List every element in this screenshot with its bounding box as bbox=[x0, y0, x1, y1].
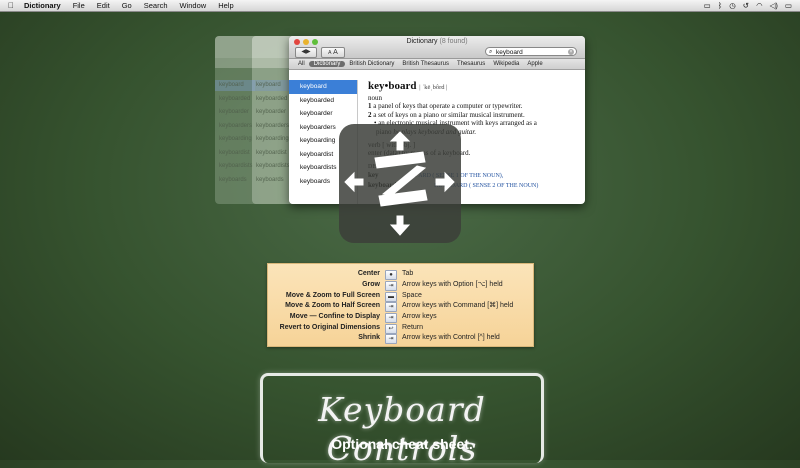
volume-icon[interactable]: ◁) bbox=[770, 1, 778, 10]
key-icon: ▬ bbox=[385, 291, 397, 302]
shortcut-keys: Arrow keys with Option [⌥] held bbox=[402, 281, 503, 288]
key-icon: ⇥ bbox=[385, 281, 397, 291]
menu-bar:  Dictionary File Edit Go Search Window … bbox=[0, 0, 800, 12]
pronunciation: | ˈkēˌbôrd | bbox=[419, 84, 448, 91]
cheat-sheet-row: Center ● Tab bbox=[268, 269, 533, 280]
key-icon: ⇥ bbox=[385, 302, 397, 312]
promo-frame: Keyboard Controls Optional cheat sheet. bbox=[260, 373, 544, 468]
menu-search[interactable]: Search bbox=[144, 1, 168, 10]
key-icon: ↩ bbox=[385, 323, 397, 334]
shortcut-keys: Tab bbox=[402, 270, 414, 277]
list-item[interactable]: keyboard bbox=[289, 80, 357, 94]
keyboard-shrink-overlay bbox=[339, 124, 461, 243]
tab-all[interactable]: All bbox=[294, 61, 309, 67]
shortcut-keys: Arrow keys bbox=[402, 313, 437, 320]
key-icon: ● bbox=[385, 270, 397, 280]
battery-icon[interactable]: ▭ bbox=[785, 1, 792, 10]
search-icon: ⌕ bbox=[489, 49, 493, 55]
tab-wikipedia[interactable]: Wikipedia bbox=[489, 61, 523, 67]
tab-british-thesaurus[interactable]: British Thesaurus bbox=[398, 61, 453, 67]
list-item[interactable]: keyboarder bbox=[289, 107, 357, 121]
shortcut-label: Move — Confine to Display bbox=[289, 313, 380, 320]
headword-text: key•board bbox=[368, 80, 417, 92]
shortcut-label: Revert to Original Dimensions bbox=[279, 323, 380, 331]
shortcut-label: Grow bbox=[362, 281, 380, 288]
menu-help[interactable]: Help bbox=[218, 1, 233, 10]
search-input[interactable]: keyboard bbox=[496, 49, 523, 56]
font-size-buttons[interactable]: A A bbox=[321, 47, 345, 58]
list-item[interactable]: keyboarded bbox=[289, 94, 357, 108]
shortcut-label: Shrink bbox=[358, 334, 380, 341]
tab-british-dictionary[interactable]: British Dictionary bbox=[345, 61, 398, 67]
sense-text: a set of keys on a piano or similar musi… bbox=[373, 110, 525, 119]
clock-icon[interactable]: ◷ bbox=[729, 1, 736, 10]
wifi-icon[interactable]: ◠ bbox=[756, 1, 763, 10]
shortcut-label: Move & Zoom to Half Screen bbox=[285, 302, 380, 309]
headword: key•board | ˈkēˌbôrd | bbox=[368, 80, 579, 94]
apple-icon[interactable]:  bbox=[8, 1, 14, 10]
search-field[interactable]: ⌕ keyboard × bbox=[485, 47, 577, 56]
shortcut-label: Center bbox=[357, 270, 380, 277]
shortcut-keys: Arrow keys with Control [^] held bbox=[402, 334, 500, 341]
sense-2: 2 a set of keys on a piano or similar mu… bbox=[368, 111, 579, 119]
sense-number: 2 bbox=[368, 110, 372, 119]
font-smaller-button[interactable]: A bbox=[328, 50, 331, 56]
cheat-sheet-row: Shrink ⇥ Arrow keys with Control [^] held bbox=[268, 333, 533, 344]
shortcut-keys: Space bbox=[402, 291, 422, 299]
tab-apple[interactable]: Apple bbox=[523, 61, 546, 67]
cheat-sheet-row: Revert to Original Dimensions ↩ Return bbox=[268, 323, 533, 334]
menu-go[interactable]: Go bbox=[122, 1, 132, 10]
key-icon: ⇥ bbox=[385, 334, 397, 344]
shortcut-keys: Return bbox=[402, 323, 424, 331]
cheat-sheet-row: Grow ⇥ Arrow keys with Option [⌥] held bbox=[268, 280, 533, 291]
promo-subtitle: Optional cheat sheet. bbox=[331, 436, 473, 452]
sense-text: a panel of keys that operate a computer … bbox=[373, 102, 523, 111]
shrink-arrows-icon bbox=[344, 131, 455, 236]
cheat-sheet-row: Move & Zoom to Full Screen ▬ Space bbox=[268, 291, 533, 302]
source-tabs: All Dictionary British Dictionary Britis… bbox=[289, 59, 585, 70]
tab-thesaurus[interactable]: Thesaurus bbox=[453, 61, 489, 67]
menu-file[interactable]: File bbox=[73, 1, 85, 10]
window-title-text: Dictionary bbox=[406, 38, 438, 45]
clear-search-icon[interactable]: × bbox=[568, 49, 574, 55]
found-count: (8 found) bbox=[439, 38, 468, 45]
shortcut-keys: Arrow keys with Command [⌘] held bbox=[402, 302, 514, 309]
menu-window[interactable]: Window bbox=[180, 1, 207, 10]
tab-dictionary[interactable]: Dictionary bbox=[308, 61, 346, 67]
font-larger-button[interactable]: A bbox=[333, 49, 338, 56]
status-icons: ▭ ᛒ ◷ ↺ ◠ ◁) ▭ bbox=[704, 0, 792, 11]
sense-number: 1 bbox=[368, 102, 372, 111]
back-forward-buttons[interactable]: ◀▶ bbox=[295, 47, 317, 58]
promo-title: Keyboard Controls bbox=[318, 390, 486, 468]
forward-arrow-icon[interactable]: ▶ bbox=[306, 49, 311, 55]
menu-edit[interactable]: Edit bbox=[97, 1, 110, 10]
key-icon: ⇥ bbox=[385, 313, 397, 323]
shortcut-label: Move & Zoom to Full Screen bbox=[285, 291, 380, 299]
time-machine-icon[interactable]: ↺ bbox=[743, 1, 749, 10]
cheat-sheet-row: Move & Zoom to Half Screen ⇥ Arrow keys wi… bbox=[268, 301, 533, 312]
menu-app-name[interactable]: Dictionary bbox=[24, 1, 61, 10]
window-title: Dictionary (8 found) bbox=[289, 38, 585, 45]
part-of-speech-noun: noun bbox=[368, 94, 382, 102]
sense-1: 1 a panel of keys that operate a compute… bbox=[368, 102, 579, 110]
bluetooth-icon[interactable]: ᛒ bbox=[718, 1, 723, 10]
screen-icon[interactable]: ▭ bbox=[704, 1, 711, 10]
title-bar[interactable]: Dictionary (8 found) ◀▶ A A ⌕ keyboard × bbox=[289, 36, 585, 59]
cheat-sheet: Center ● Tab Grow ⇥ Arrow keys with Option [⌥… bbox=[267, 263, 534, 347]
cheat-sheet-row: Move — Confine to Display ⇥ Arrow keys bbox=[268, 312, 533, 323]
